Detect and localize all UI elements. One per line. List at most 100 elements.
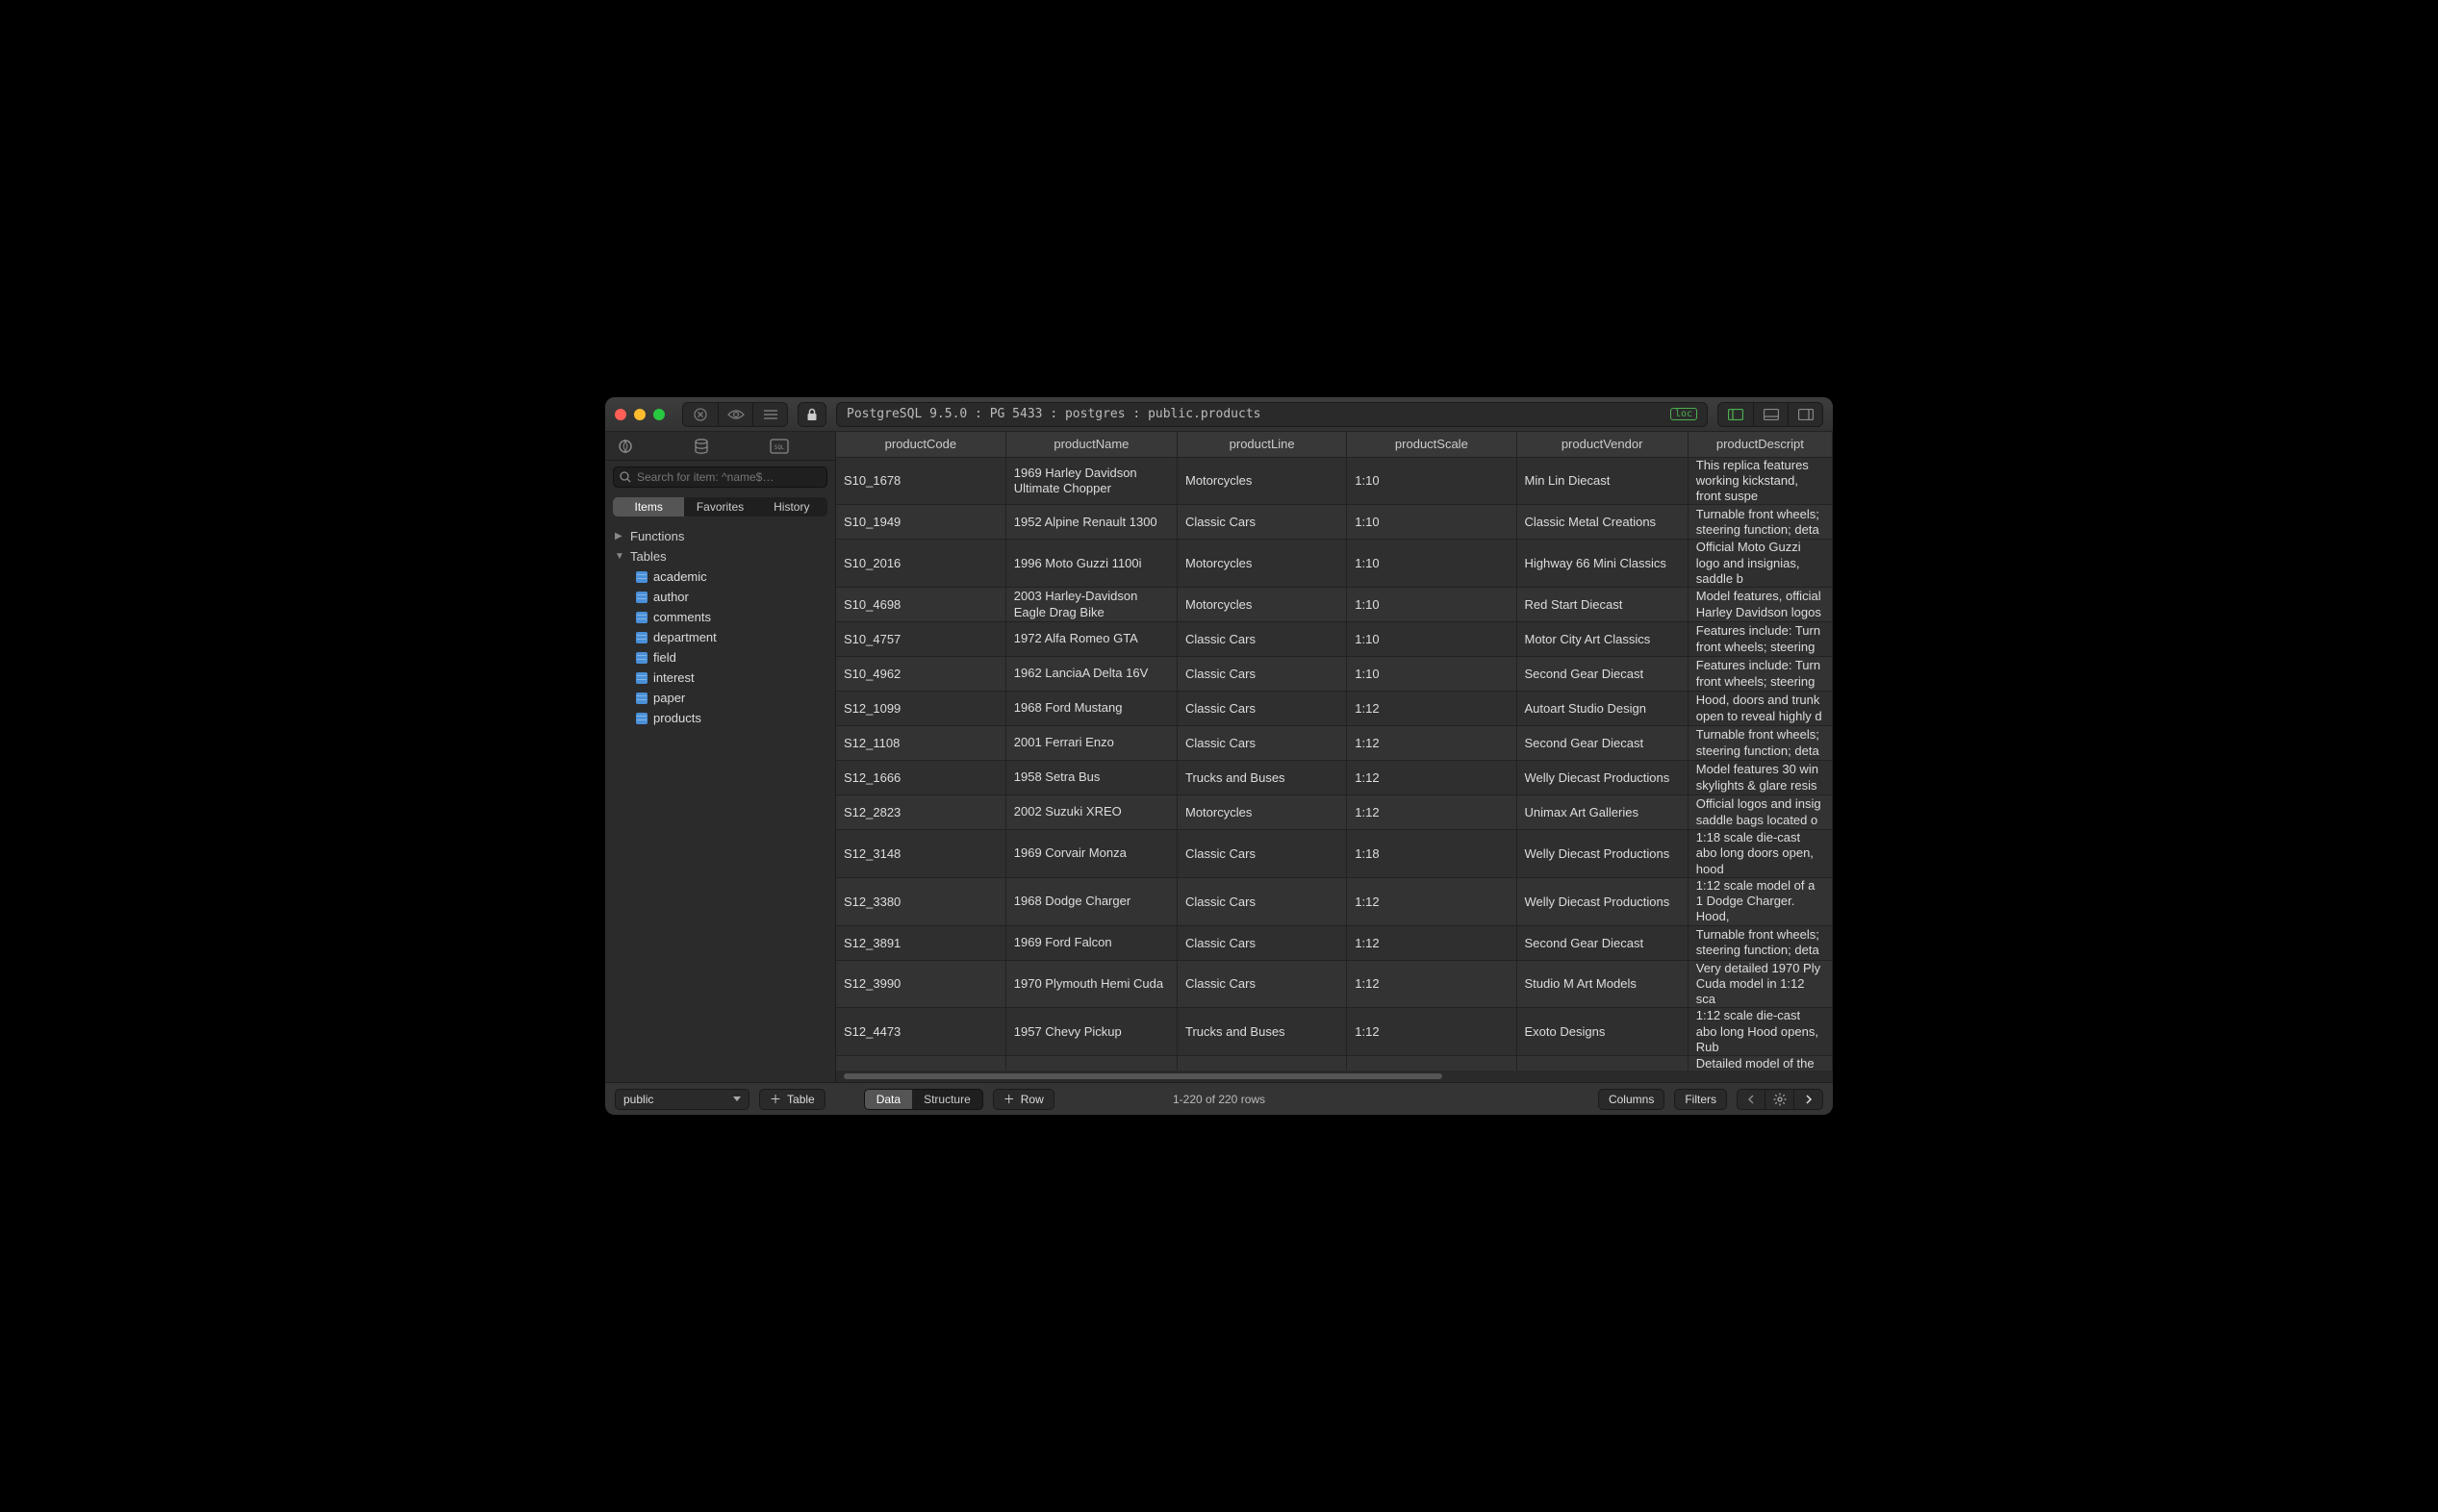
right-layout-icon[interactable] xyxy=(1788,402,1822,427)
sidebar-item-paper[interactable]: paper xyxy=(632,688,829,708)
cell-productDescription[interactable]: Turnable front wheels; steering function… xyxy=(1688,726,1832,761)
table-row[interactable]: S12_39901970 Plymouth Hemi CudaClassic C… xyxy=(836,960,1833,1008)
add-table-button[interactable]: ＋ Table xyxy=(759,1089,825,1110)
cell-productScale[interactable]: 1:10 xyxy=(1347,540,1516,588)
cell-productLine[interactable]: Classic Cars xyxy=(1178,692,1347,726)
cell-productVendor[interactable]: Welly Diecast Productions xyxy=(1516,830,1688,878)
cell-productCode[interactable]: S12_4473 xyxy=(836,1008,1005,1056)
cell-productName[interactable]: 1958 Setra Bus xyxy=(1005,761,1177,795)
cancel-icon[interactable] xyxy=(683,402,718,427)
cell-productCode[interactable]: S12_4675 xyxy=(836,1056,1005,1071)
cell-productDescription[interactable]: Official Moto Guzzi logo and insignias, … xyxy=(1688,540,1832,588)
connection-icon[interactable] xyxy=(617,438,671,455)
cell-productScale[interactable]: 1:12 xyxy=(1347,726,1516,761)
cell-productDescription[interactable]: 1:12 scale model of a 1 Dodge Charger. H… xyxy=(1688,877,1832,925)
cell-productDescription[interactable]: Turnable front wheels; steering function… xyxy=(1688,925,1832,960)
sidebar-tab-items[interactable]: Items xyxy=(613,497,684,517)
cell-productScale[interactable]: 1:12 xyxy=(1347,1008,1516,1056)
cell-productName[interactable]: 1968 Dodge Charger xyxy=(1005,877,1177,925)
cell-productCode[interactable]: S10_4962 xyxy=(836,657,1005,692)
table-row[interactable]: S12_31481969 Corvair MonzaClassic Cars 1:… xyxy=(836,830,1833,878)
cell-productName[interactable]: 1969 Corvair Monza xyxy=(1005,830,1177,878)
cell-productVendor[interactable]: Welly Diecast Productions xyxy=(1516,877,1688,925)
cell-productCode[interactable]: S10_2016 xyxy=(836,540,1005,588)
table-row[interactable]: S10_47571972 Alfa Romeo GTAClassic Cars1… xyxy=(836,622,1833,657)
columns-button[interactable]: Columns xyxy=(1598,1089,1664,1110)
cell-productScale[interactable]: 1:12 xyxy=(1347,960,1516,1008)
cell-productCode[interactable]: S12_3891 xyxy=(836,925,1005,960)
table-row[interactable]: S10_20161996 Moto Guzzi 1100iMotorcycles… xyxy=(836,540,1833,588)
cell-productLine[interactable]: Classic Cars xyxy=(1178,726,1347,761)
cell-productDescription[interactable]: 1:18 scale die-cast abo long doors open,… xyxy=(1688,830,1832,878)
table-row[interactable]: S10_49621962 LanciaA Delta 16VClassic Ca… xyxy=(836,657,1833,692)
column-header-productScale[interactable]: productScale xyxy=(1347,432,1516,457)
cell-productVendor[interactable]: Second Gear Diecast xyxy=(1516,726,1688,761)
lock-icon[interactable] xyxy=(799,402,825,427)
cell-productLine[interactable]: Motorcycles xyxy=(1178,588,1347,622)
cell-productLine[interactable]: Motorcycles xyxy=(1178,457,1347,505)
cell-productName[interactable]: 1969 Ford Falcon xyxy=(1005,925,1177,960)
cell-productLine[interactable]: Trucks and Buses xyxy=(1178,761,1347,795)
cell-productScale[interactable]: 1:12 xyxy=(1347,925,1516,960)
cell-productLine[interactable]: Classic Cars xyxy=(1178,877,1347,925)
cell-productScale[interactable]: 1:10 xyxy=(1347,622,1516,657)
cell-productName[interactable]: 1969 Dodge Charger xyxy=(1005,1056,1177,1071)
mode-structure-button[interactable]: Structure xyxy=(912,1090,982,1109)
cell-productName[interactable]: 1968 Ford Mustang xyxy=(1005,692,1177,726)
cell-productVendor[interactable]: Second Gear Diecast xyxy=(1516,925,1688,960)
cell-productVendor[interactable]: Unimax Art Galleries xyxy=(1516,795,1688,830)
table-row[interactable]: S12_10991968 Ford MustangClassic Cars1:1… xyxy=(836,692,1833,726)
cell-productScale[interactable]: 1:12 xyxy=(1347,692,1516,726)
database-icon[interactable] xyxy=(693,438,747,455)
cell-productLine[interactable]: Motorcycles xyxy=(1178,540,1347,588)
schema-selector[interactable]: public xyxy=(615,1089,749,1110)
cell-productName[interactable]: 1969 Harley Davidson Ultimate Chopper xyxy=(1005,457,1177,505)
table-row[interactable]: S12_44731957 Chevy PickupTrucks and Buse… xyxy=(836,1008,1833,1056)
cell-productScale[interactable]: 1:12 xyxy=(1347,795,1516,830)
sidebar-search[interactable] xyxy=(613,466,827,488)
bottom-layout-icon[interactable] xyxy=(1753,402,1788,427)
cell-productCode[interactable]: S10_1678 xyxy=(836,457,1005,505)
column-header-productDescription[interactable]: productDescript xyxy=(1688,432,1832,457)
sidebar-item-comments[interactable]: comments xyxy=(632,607,829,627)
minimize-window-button[interactable] xyxy=(634,409,646,420)
cell-productName[interactable]: 1972 Alfa Romeo GTA xyxy=(1005,622,1177,657)
cell-productVendor[interactable]: Welly Diecast Productions xyxy=(1516,761,1688,795)
cell-productCode[interactable]: S12_1099 xyxy=(836,692,1005,726)
sidebar-item-field[interactable]: field xyxy=(632,647,829,668)
table-row[interactable]: S12_11082001 Ferrari EnzoClassic Cars1:1… xyxy=(836,726,1833,761)
table-row[interactable]: S12_38911969 Ford FalconClassic Cars1:12… xyxy=(836,925,1833,960)
sidebar-item-products[interactable]: products xyxy=(632,708,829,728)
cell-productName[interactable]: 1957 Chevy Pickup xyxy=(1005,1008,1177,1056)
preview-icon[interactable] xyxy=(718,402,752,427)
cell-productScale[interactable]: 1:10 xyxy=(1347,457,1516,505)
cell-productName[interactable]: 1952 Alpine Renault 1300 xyxy=(1005,505,1177,540)
cell-productLine[interactable]: Classic Cars xyxy=(1178,1056,1347,1071)
mode-data-button[interactable]: Data xyxy=(865,1090,912,1109)
cell-productName[interactable]: 1962 LanciaA Delta 16V xyxy=(1005,657,1177,692)
horizontal-scrollbar[interactable] xyxy=(836,1071,1833,1082)
cell-productName[interactable]: 2001 Ferrari Enzo xyxy=(1005,726,1177,761)
cell-productDescription[interactable]: Very detailed 1970 Ply Cuda model in 1:1… xyxy=(1688,960,1832,1008)
cell-productDescription[interactable]: This replica features working kickstand,… xyxy=(1688,457,1832,505)
scrollbar-thumb[interactable] xyxy=(844,1073,1442,1079)
sidebar-tab-history[interactable]: History xyxy=(756,497,827,517)
cell-productVendor[interactable]: Studio M Art Models xyxy=(1516,960,1688,1008)
column-header-productVendor[interactable]: productVendor xyxy=(1516,432,1688,457)
sidebar-layout-icon[interactable] xyxy=(1718,402,1753,427)
sidebar-search-input[interactable] xyxy=(637,470,821,484)
cell-productLine[interactable]: Motorcycles xyxy=(1178,795,1347,830)
cell-productVendor[interactable]: Motor City Art Classics xyxy=(1516,622,1688,657)
cell-productVendor[interactable]: Highway 66 Mini Classics xyxy=(1516,540,1688,588)
table-row[interactable]: S10_46982003 Harley-Davidson Eagle Drag … xyxy=(836,588,1833,622)
cell-productVendor[interactable]: Exoto Designs xyxy=(1516,1008,1688,1056)
list-icon[interactable] xyxy=(752,402,787,427)
settings-button[interactable] xyxy=(1765,1089,1794,1110)
sidebar-item-interest[interactable]: interest xyxy=(632,668,829,688)
tree-group-functions[interactable]: ▶ Functions xyxy=(611,526,829,546)
cell-productScale[interactable]: 1:10 xyxy=(1347,657,1516,692)
cell-productCode[interactable]: S12_3148 xyxy=(836,830,1005,878)
next-page-button[interactable] xyxy=(1794,1089,1823,1110)
cell-productLine[interactable]: Classic Cars xyxy=(1178,830,1347,878)
cell-productScale[interactable]: 1:10 xyxy=(1347,505,1516,540)
